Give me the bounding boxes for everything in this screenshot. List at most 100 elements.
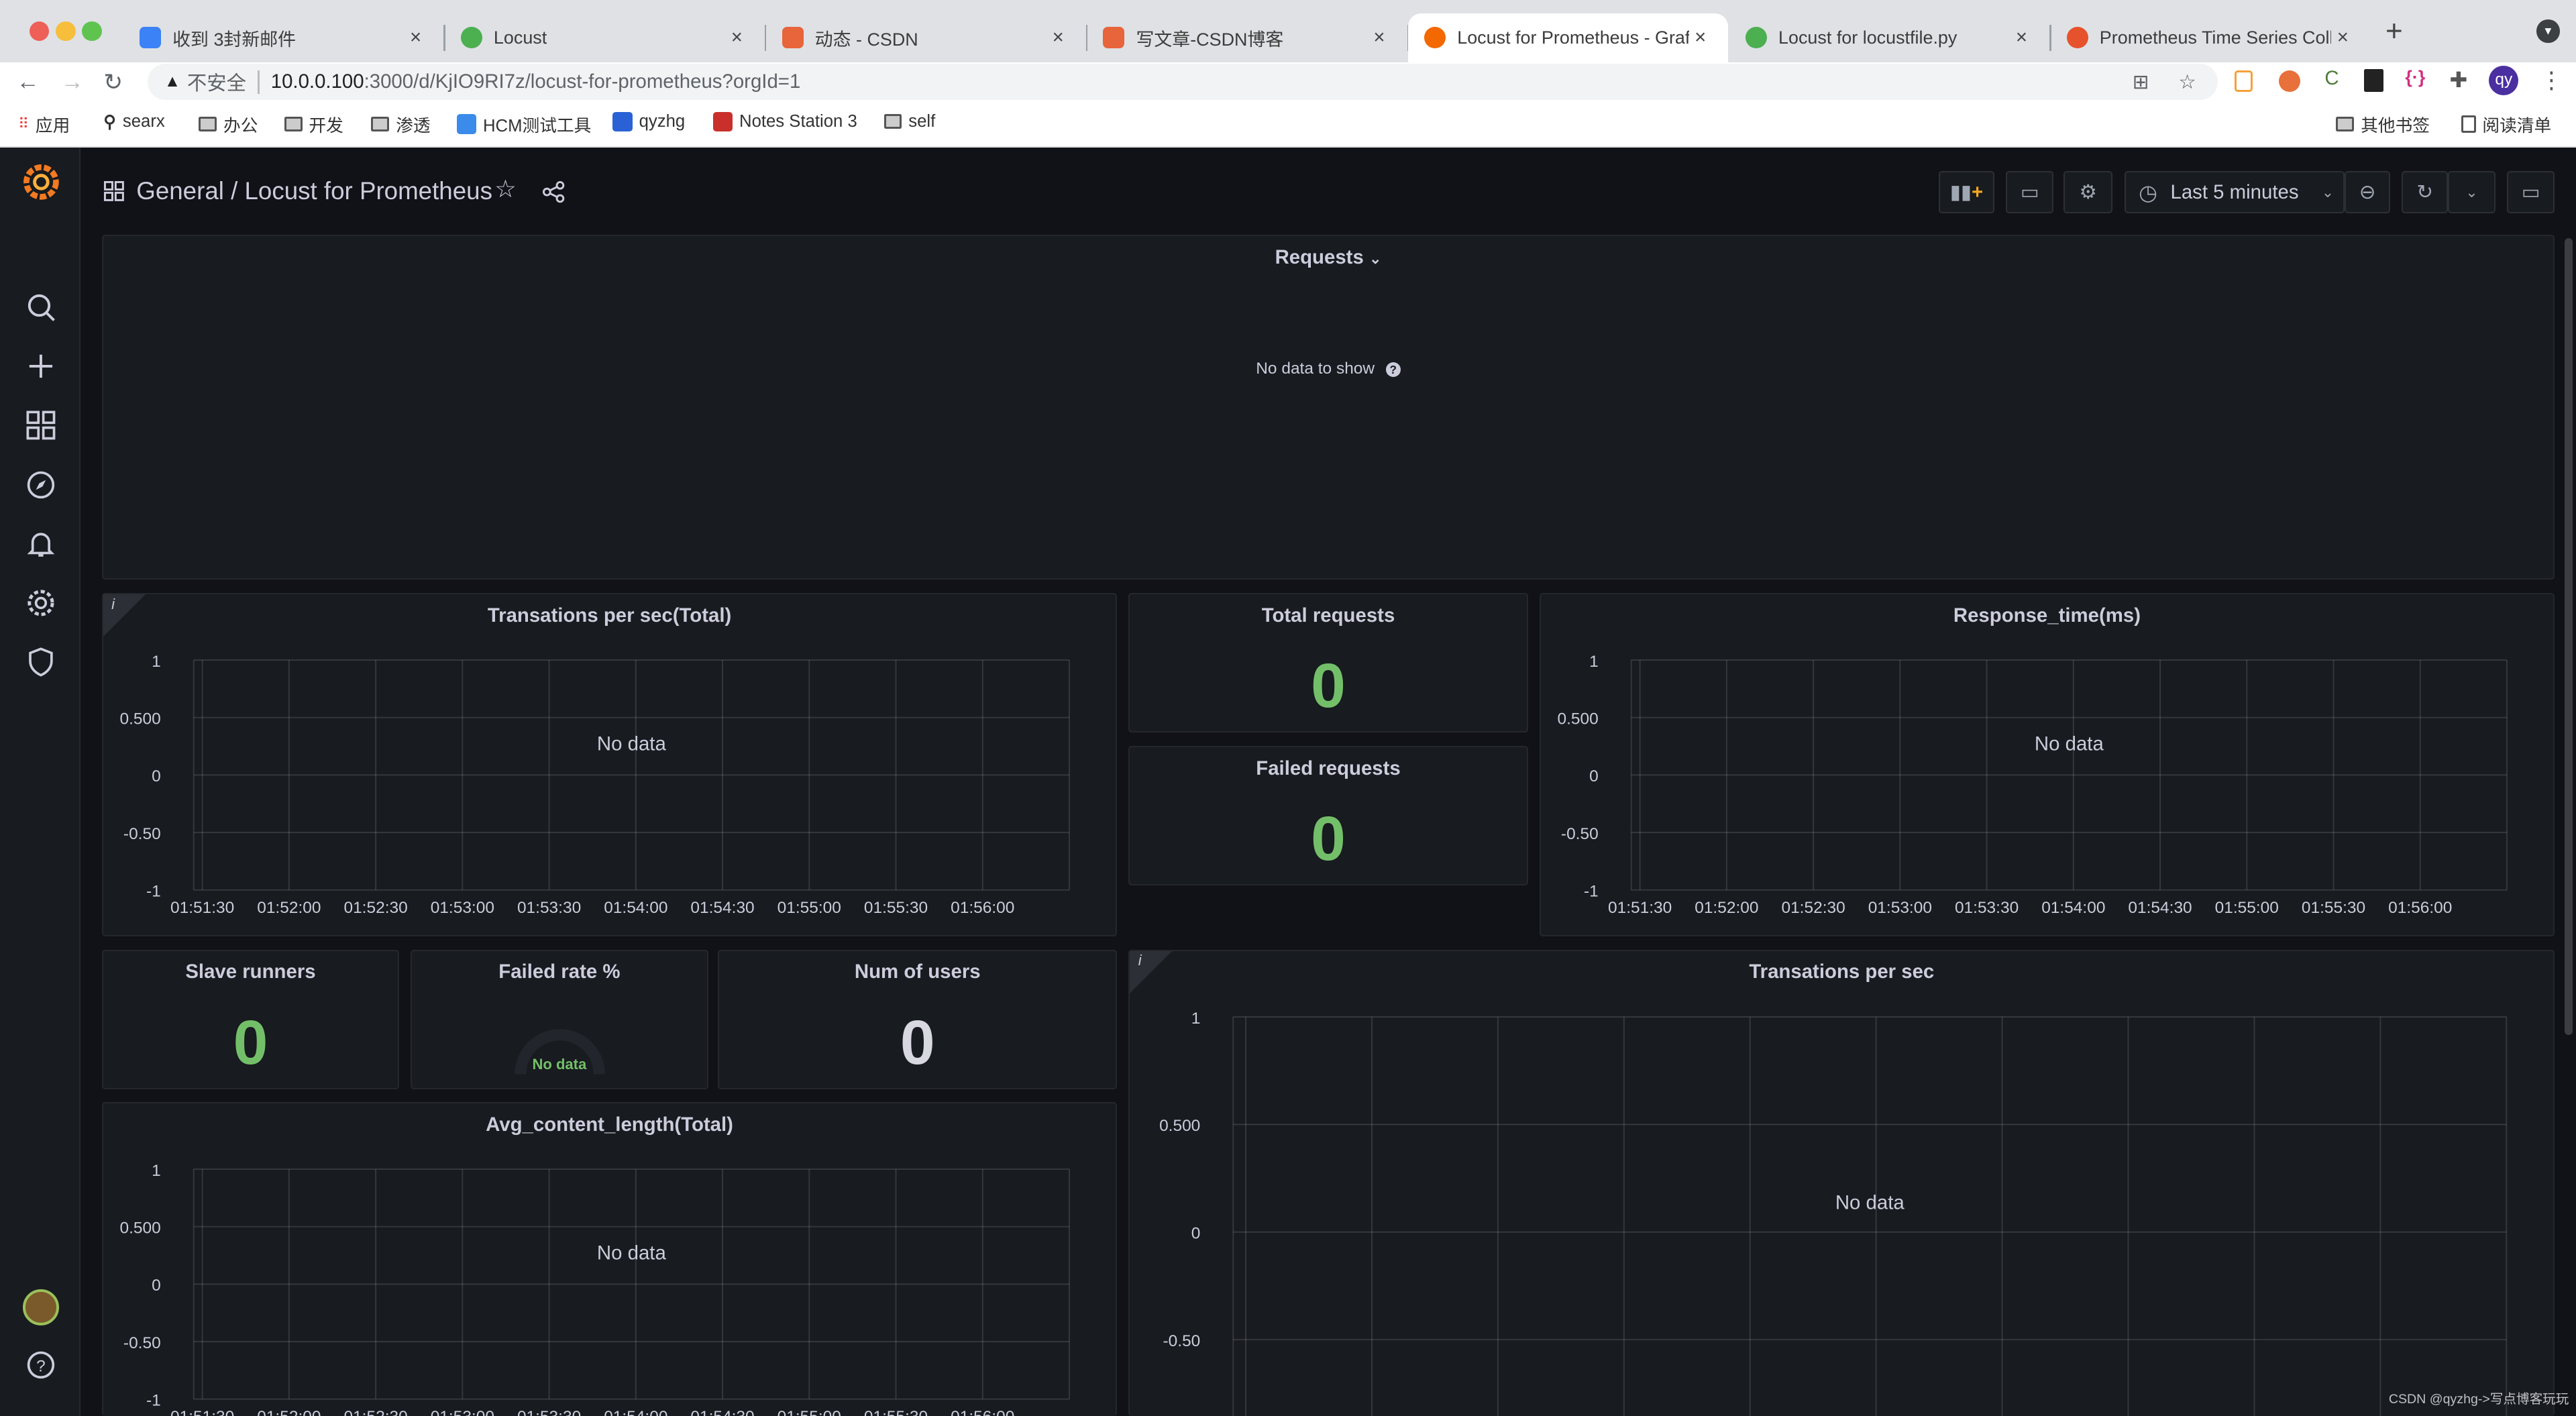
- close-tab-icon[interactable]: ×: [2010, 26, 2033, 49]
- watermark: CSDN @qyzhg->写点博客玩玩: [2388, 1392, 2569, 1407]
- reading-list[interactable]: 阅读清单: [2461, 112, 2551, 137]
- tv-mode-button[interactable]: ▭: [2507, 170, 2555, 214]
- forward-button[interactable]: →: [61, 69, 84, 95]
- bookmark-item[interactable]: self: [883, 112, 935, 131]
- refresh-interval-dropdown[interactable]: ⌄: [2448, 170, 2496, 214]
- scrollbar-thumb[interactable]: [2564, 238, 2573, 1035]
- explore-compass-icon[interactable]: [23, 467, 59, 503]
- bookmark-label: Notes Station 3: [739, 111, 857, 131]
- extension-icon[interactable]: [2278, 70, 2300, 93]
- x-tick-label: 01:54:30: [690, 899, 754, 917]
- url-bar[interactable]: ▲ 不安全 10.0.0.100:3000/d/KjIO9RI7z/locust…: [148, 64, 2218, 101]
- help-icon[interactable]: ?: [23, 1347, 59, 1383]
- grafana-logo-icon[interactable]: [21, 162, 61, 202]
- panel-title: Num of users: [854, 961, 981, 983]
- back-button[interactable]: ←: [16, 69, 39, 95]
- chart-svg: 10.5000-0.50-101:51:3001:52:0001:52:3001…: [119, 653, 1070, 917]
- tab-search-icon[interactable]: ▾: [2536, 19, 2560, 43]
- browser-tab-bar: 收到 3封新邮件 × Locust × 动态 - CSDN × 写文章-CSDN博客 × Loc…: [0, 0, 2576, 63]
- bookmark-star-icon[interactable]: ☆: [2178, 70, 2196, 94]
- close-tab-icon[interactable]: ×: [2331, 26, 2354, 49]
- user-avatar[interactable]: [23, 1289, 60, 1326]
- server-admin-shield-icon[interactable]: [23, 644, 59, 680]
- csdn-icon: [1103, 27, 1125, 49]
- no-data-label: No data: [1835, 1191, 1905, 1213]
- browser-menu-icon[interactable]: ⋮: [2540, 67, 2563, 94]
- bookmark-item[interactable]: qyzhg: [612, 111, 685, 131]
- close-tab-icon[interactable]: ×: [725, 26, 748, 49]
- create-plus-icon[interactable]: [23, 348, 59, 384]
- browser-tab[interactable]: Locust for locustfile.py ×: [1729, 13, 2051, 62]
- star-icon[interactable]: ☆: [494, 174, 517, 203]
- dashboard-settings-button[interactable]: ⚙: [2063, 170, 2113, 214]
- y-tick-label: 1: [152, 653, 161, 671]
- close-tab-icon[interactable]: ×: [404, 26, 427, 49]
- browser-tab[interactable]: Locust ×: [444, 13, 767, 62]
- bookmark-item[interactable]: 渗透: [371, 112, 431, 137]
- extensions-puzzle-icon[interactable]: ✚: [2449, 67, 2467, 93]
- profile-avatar[interactable]: qy: [2489, 65, 2519, 96]
- stat-value: 0: [900, 1007, 935, 1077]
- bookmarks-bar: ⠿ 应用 ⚲ searx 办公 开发 渗透 HCM测试工具 qyzhg Notes Station…: [0, 101, 2576, 148]
- alerting-bell-icon[interactable]: [23, 526, 59, 562]
- x-tick-label: 01:51:30: [170, 1408, 234, 1415]
- browser-tab[interactable]: Prometheus Time Series Collection×: [2050, 13, 2371, 62]
- x-tick-label: 01:52:30: [343, 899, 407, 917]
- clock-icon: ◷: [2139, 180, 2157, 205]
- page-title[interactable]: / Locust for Prometheus: [231, 177, 492, 205]
- save-dashboard-button[interactable]: ▭: [2006, 170, 2054, 214]
- browser-tab[interactable]: 动态 - CSDN ×: [765, 13, 1088, 62]
- configuration-gear-icon[interactable]: [23, 585, 59, 621]
- bookmark-item[interactable]: HCM测试工具: [456, 112, 591, 137]
- stat-value: 0: [1311, 804, 1346, 874]
- close-tab-icon[interactable]: ×: [1368, 26, 1391, 49]
- browser-tab[interactable]: 写文章-CSDN博客 ×: [1087, 13, 1409, 62]
- maximize-window-button[interactable]: [82, 21, 102, 42]
- terminal-extension-icon[interactable]: [2364, 68, 2384, 93]
- reading-list-icon: [2461, 115, 2476, 133]
- x-tick-label: 01:53:30: [517, 899, 581, 917]
- close-tab-icon[interactable]: ×: [1689, 26, 1712, 49]
- x-tick-label: 01:55:30: [864, 1408, 928, 1415]
- json-extension-icon[interactable]: {·}: [2405, 67, 2425, 88]
- other-bookmarks[interactable]: 其他书签: [2336, 112, 2430, 137]
- minimize-window-button[interactable]: [56, 21, 76, 42]
- breadcrumb-folder[interactable]: General: [136, 177, 224, 205]
- search-icon[interactable]: [23, 289, 59, 325]
- dashboards-icon[interactable]: [23, 407, 59, 443]
- url-path: :3000/d/KjIO9RI7z/locust-for-prometheus?…: [364, 70, 801, 93]
- close-window-button[interactable]: [30, 21, 50, 42]
- x-tick-label: 01:53:30: [1955, 899, 2019, 917]
- chart-svg: 10.5000-0.50-101:51:3001:52:0001:52:3001…: [1160, 1009, 2508, 1416]
- refresh-button[interactable]: ↻: [2402, 170, 2448, 214]
- y-tick-label: -1: [146, 883, 161, 901]
- x-tick-label: 01:52:30: [1781, 899, 1845, 917]
- zoom-out-button[interactable]: ⊖: [2344, 170, 2391, 214]
- close-tab-icon[interactable]: ×: [1046, 26, 1069, 49]
- bookmark-item[interactable]: 办公: [199, 112, 258, 137]
- x-tick-label: 01:54:00: [604, 1408, 667, 1415]
- reload-button[interactable]: ↻: [103, 69, 123, 96]
- x-tick-label: 01:52:30: [343, 1408, 407, 1415]
- stat-value: 0: [1311, 651, 1346, 721]
- browser-tab[interactable]: Locust for Prometheus - Grafana×: [1407, 13, 1729, 63]
- bookmark-item[interactable]: ⚲ searx: [103, 112, 164, 132]
- time-picker-button[interactable]: ◷ Last 5 minutes ⌄: [2124, 170, 2345, 214]
- bookmark-label: 应用: [35, 116, 70, 135]
- panel-title: Failed rate %: [498, 961, 621, 983]
- new-tab-button[interactable]: +: [2385, 15, 2403, 48]
- bookmark-item[interactable]: 开发: [284, 112, 343, 137]
- browser-tab[interactable]: 收到 3封新邮件 ×: [123, 13, 445, 62]
- grafana-sidebar: ?: [0, 148, 80, 1416]
- x-tick-label: 01:51:30: [1608, 899, 1672, 917]
- share-icon[interactable]: [542, 180, 565, 203]
- extension-icon[interactable]: C: [2324, 67, 2339, 90]
- extension-icon[interactable]: [2234, 70, 2253, 93]
- time-range-label: Last 5 minutes: [2170, 180, 2299, 203]
- translate-icon[interactable]: ⊞: [2133, 70, 2149, 94]
- bookmark-item[interactable]: Notes Station 3: [712, 111, 857, 131]
- bookmark-item[interactable]: ⠿ 应用: [18, 112, 70, 137]
- row-title[interactable]: Requests ⌄: [103, 246, 2553, 269]
- chevron-down-icon: ⌄: [2321, 183, 2334, 201]
- add-panel-button[interactable]: ▮▮+: [1938, 170, 1995, 214]
